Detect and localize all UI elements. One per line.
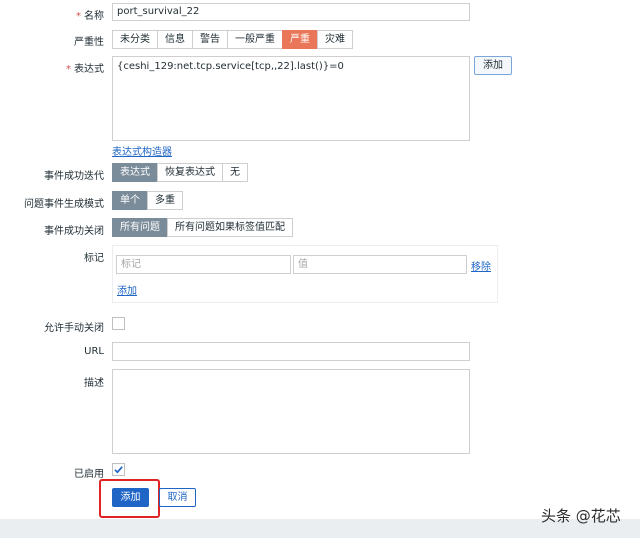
watermark: 头条 @花芯	[541, 507, 621, 525]
problem-event-mode-selector: 单个 多重	[112, 191, 183, 210]
tag-remove-link[interactable]: 移除	[471, 258, 491, 273]
url-input[interactable]	[112, 342, 470, 361]
name-input[interactable]: port_survival_22	[112, 3, 470, 21]
expression-add-button[interactable]: 添加	[474, 56, 512, 75]
tags-label: 标记	[84, 253, 104, 264]
severity-option-warning[interactable]: 警告	[192, 30, 228, 49]
severity-option-information[interactable]: 信息	[157, 30, 193, 49]
required-marker: *	[76, 11, 81, 22]
ok-event-generation-label: 事件成功迭代	[44, 171, 104, 182]
ok-event-option-expression[interactable]: 表达式	[112, 163, 158, 182]
severity-option-not-classified[interactable]: 未分类	[112, 30, 158, 49]
severity-option-average[interactable]: 一般严重	[227, 30, 283, 49]
allow-manual-close-label: 允许手动关闭	[44, 323, 104, 334]
ok-event-generation-selector: 表达式 恢复表达式 无	[112, 163, 248, 182]
add-button[interactable]: 添加	[112, 488, 149, 507]
url-label: URL	[84, 346, 104, 357]
severity-label: 严重性	[74, 37, 104, 48]
tags-panel: 标记 值 移除 添加	[112, 245, 498, 303]
allow-manual-close-checkbox[interactable]	[112, 317, 125, 330]
closes-option-tag-match[interactable]: 所有问题如果标签值匹配	[167, 218, 293, 237]
description-label: 描述	[84, 378, 104, 389]
tag-name-input[interactable]: 标记	[116, 255, 291, 274]
problem-event-mode-label: 问题事件生成模式	[24, 199, 104, 210]
ok-event-option-recovery-expression[interactable]: 恢复表达式	[157, 163, 223, 182]
expression-constructor-link[interactable]: 表达式构造器	[112, 143, 172, 158]
enabled-label: 已启用	[74, 469, 104, 480]
problem-mode-option-single[interactable]: 单个	[112, 191, 148, 210]
closes-option-all-problems[interactable]: 所有问题	[112, 218, 168, 237]
ok-event-option-none[interactable]: 无	[222, 163, 248, 182]
tag-value-input[interactable]: 值	[293, 255, 467, 274]
severity-option-high[interactable]: 严重	[282, 30, 318, 49]
expression-label: * 表达式	[66, 64, 104, 75]
tag-add-link[interactable]: 添加	[117, 282, 137, 297]
severity-option-disaster[interactable]: 灾难	[317, 30, 353, 49]
problem-mode-option-multiple[interactable]: 多重	[147, 191, 183, 210]
checkmark-icon	[114, 466, 123, 474]
required-marker: *	[66, 64, 71, 75]
ok-event-closes-selector: 所有问题 所有问题如果标签值匹配	[112, 218, 293, 237]
ok-event-closes-label: 事件成功关闭	[44, 226, 104, 237]
expression-textarea[interactable]: {ceshi_129:net.tcp.service[tcp,,22].last…	[112, 56, 470, 141]
description-textarea[interactable]	[112, 369, 470, 454]
name-label: * 名称	[76, 11, 104, 22]
cancel-button[interactable]: 取消	[159, 488, 196, 507]
severity-selector: 未分类 信息 警告 一般严重 严重 灾难	[112, 30, 353, 49]
enabled-checkbox[interactable]	[112, 463, 125, 476]
